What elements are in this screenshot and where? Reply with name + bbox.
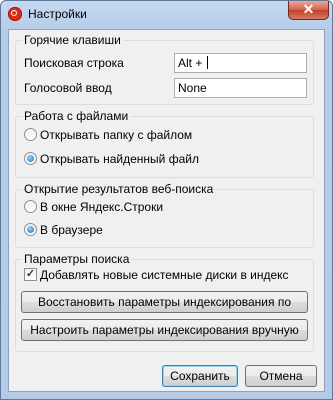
save-button[interactable]: Сохранить — [162, 365, 238, 387]
files-group: Работа с файлами Открывать папку с файло… — [15, 109, 314, 178]
configure-indexing-button[interactable]: Настроить параметры индексирования вручн… — [21, 319, 308, 341]
search-params-legend: Параметры поиска — [22, 252, 132, 266]
close-button[interactable]: ✕ — [288, 1, 329, 20]
open-folder-label: Открывать папку с файлом — [40, 128, 193, 142]
cancel-button[interactable]: Отмена — [245, 365, 317, 387]
radio-button-selected-icon[interactable] — [24, 152, 37, 165]
browser-label: В браузере — [40, 223, 103, 237]
add-disks-label: Добавлять новые системные диски в индекс — [40, 268, 289, 282]
hotkeys-group: Горячие клавиши Поисковая строка Alt + Г… — [15, 33, 314, 105]
search-params-group: Параметры поиска ✓ Добавлять новые систе… — [15, 252, 314, 352]
radio-button-icon[interactable] — [24, 128, 37, 141]
search-bar-hotkey-field[interactable]: Alt + — [174, 53, 307, 73]
voice-input-hotkey-field[interactable]: None — [174, 78, 307, 98]
restore-indexing-button[interactable]: Восстановить параметры индексирования по… — [21, 291, 308, 329]
web-results-legend: Открытие результатов веб-поиска — [22, 182, 216, 196]
yandex-window-label: В окне Яндекс.Строки — [40, 200, 164, 214]
files-legend: Работа с файлами — [22, 109, 131, 123]
settings-window: Настройки ✕ Горячие клавиши Поисковая ст… — [0, 0, 333, 400]
search-bar-hotkey-value: Alt + — [178, 56, 206, 70]
search-bar-label: Поисковая строка — [24, 56, 124, 70]
web-results-group: Открытие результатов веб-поиска В окне Я… — [15, 182, 314, 248]
radio-button-icon[interactable] — [24, 200, 37, 213]
settings-panel: Горячие клавиши Поисковая строка Alt + Г… — [8, 29, 325, 392]
text-caret — [206, 56, 208, 69]
checkmark-icon[interactable]: ✓ — [24, 268, 37, 281]
title-bar[interactable]: Настройки ✕ — [1, 1, 332, 29]
yandex-logo-icon — [8, 7, 22, 21]
window-title: Настройки — [28, 7, 87, 21]
open-file-label: Открывать найденный файл — [40, 152, 199, 166]
voice-input-label: Голосовой ввод — [24, 81, 112, 95]
radio-button-selected-icon[interactable] — [24, 223, 37, 236]
hotkeys-legend: Горячие клавиши — [22, 33, 123, 47]
